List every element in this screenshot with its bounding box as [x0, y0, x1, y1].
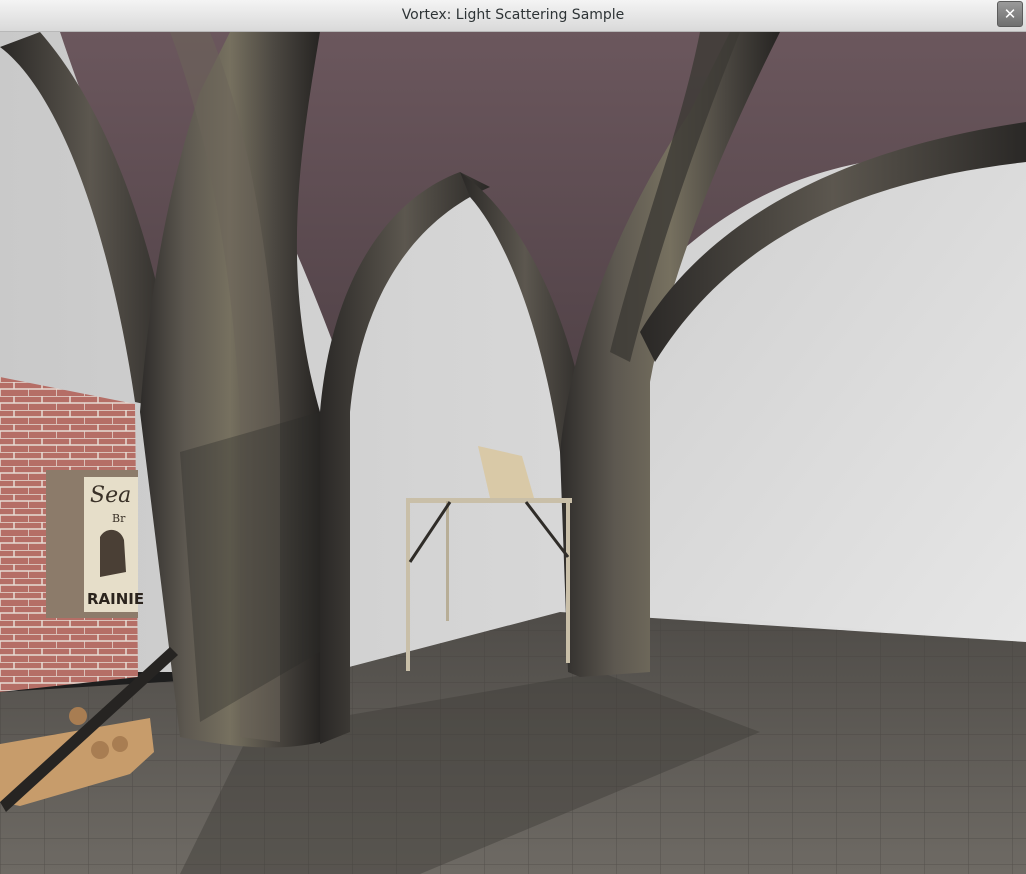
- table-top: [406, 498, 572, 503]
- window-title: Vortex: Light Scattering Sample: [401, 7, 625, 23]
- ballista-wheel-1: [69, 707, 87, 725]
- poster-figure: [100, 529, 126, 577]
- app-window: Vortex: Light Scattering Sample ✕ Sea Br…: [0, 0, 1026, 874]
- ballista-wheel-3: [112, 736, 128, 752]
- table-leg-right-front: [566, 501, 570, 663]
- poster-title: Sea: [90, 483, 131, 508]
- poster-brand: RAINIE: [87, 590, 144, 608]
- close-icon: ✕: [1003, 5, 1017, 23]
- table-leg-left-back: [446, 501, 449, 621]
- close-button[interactable]: ✕: [997, 1, 1023, 27]
- title-bar[interactable]: Vortex: Light Scattering Sample ✕: [0, 0, 1026, 32]
- scene-canvas[interactable]: Sea Br RAINIE: [0, 32, 1026, 874]
- poster: Sea Br RAINIE: [46, 470, 144, 618]
- poster-subtitle: Br: [112, 512, 126, 525]
- ballista-wheel-2: [91, 741, 109, 759]
- table-leg-left-front: [406, 501, 410, 671]
- render-viewport[interactable]: Sea Br RAINIE: [0, 32, 1026, 874]
